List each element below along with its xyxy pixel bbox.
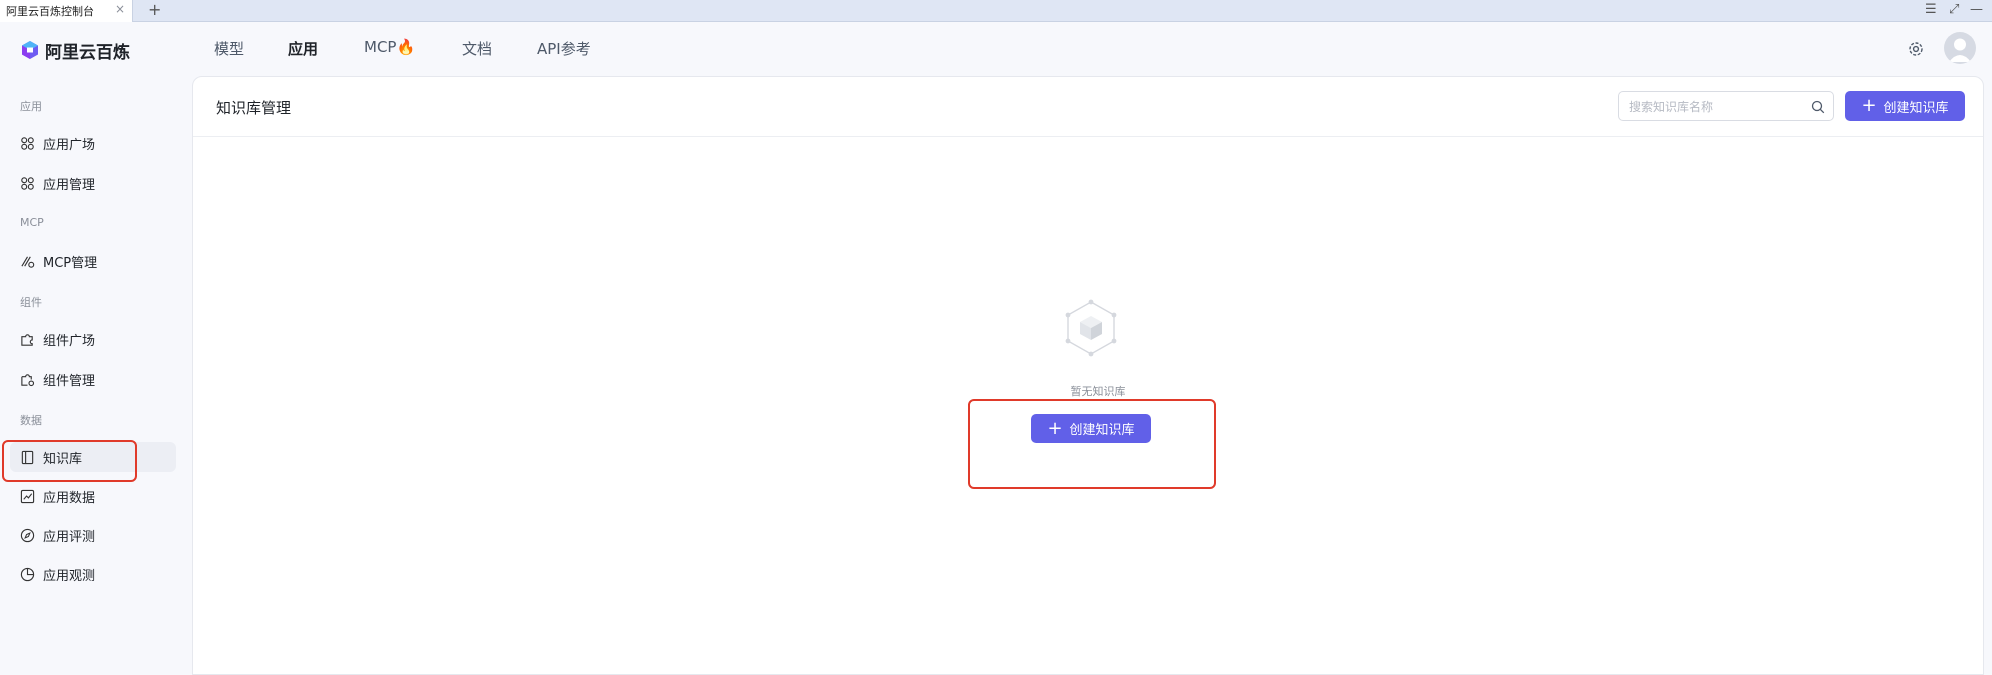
nav-docs[interactable]: 文档 [462,38,492,59]
sidebar-item-component-plaza[interactable]: 组件广场 [10,324,176,354]
sidebar-item-label: 应用广场 [43,137,96,153]
close-tab-icon[interactable]: × [115,2,125,16]
plus-icon: + [1861,95,1877,116]
empty-state-create-button[interactable]: + 创建知识库 [1031,414,1151,443]
sidebar-item-label: MCP管理 [43,255,98,271]
compass-icon [20,528,35,542]
book-icon [21,450,34,464]
minimize-icon[interactable]: — [1970,1,1983,19]
sidebar-item-label: 应用数据 [43,490,96,506]
main-header: 知识库管理 + 创建知识库 [193,77,1983,137]
brand-logo-icon [22,41,38,59]
empty-create-button-label: 创建知识库 [1069,423,1135,438]
sidebar-item-knowledge-base[interactable]: 知识库 [10,442,176,472]
sidebar-item-label: 知识库 [43,451,83,467]
browser-tab-strip: 阿里云百炼控制台 × + ☰ ⤢ — [0,0,1992,22]
sidebar-item-app-observation[interactable]: 应用观测 [10,559,176,589]
create-knowledge-base-button[interactable]: + 创建知识库 [1845,91,1965,121]
empty-cube-icon [1065,299,1117,357]
search-input[interactable] [1629,97,1799,117]
sidebar-item-label: 应用评测 [43,529,96,545]
brand-logo[interactable]: 阿里云百炼 [20,39,130,63]
top-navigation: 阿里云百炼 模型 应用 MCP🔥 文档 API参考 [0,22,1992,76]
brand-name: 阿里云百炼 [45,42,130,63]
avatar[interactable] [1944,32,1976,64]
empty-state-text: 暂无知识库 [1070,385,1126,398]
new-tab-button[interactable]: + [148,0,161,20]
sidebar-section-mcp: MCP [20,216,44,229]
nav-mcp[interactable]: MCP🔥 [364,38,415,56]
sidebar-section-components: 组件 [20,296,42,309]
sidebar-item-label: 应用管理 [43,177,96,193]
sidebar-item-label: 组件管理 [43,373,96,389]
puzzle-icon [21,333,33,346]
search-box [1618,91,1834,121]
sidebar-item-component-management[interactable]: 组件管理 [10,364,176,394]
chart-icon [20,489,35,503]
sidebar: 应用 应用广场 应用管理 MCP MCP管理 组件 组件广场 组件管理 数据 知… [0,76,192,675]
sidebar-item-app-plaza[interactable]: 应用广场 [10,128,176,158]
nav-api-reference[interactable]: API参考 [537,38,591,59]
sidebar-item-mcp-management[interactable]: MCP管理 [10,246,176,276]
browser-tab[interactable]: 阿里云百炼控制台 × [0,0,133,22]
pie-icon [20,567,35,581]
page-title: 知识库管理 [216,99,292,117]
user-icon [1949,38,1971,62]
nav-apps[interactable]: 应用 [288,38,318,59]
sidebar-item-label: 应用观测 [43,568,96,584]
gear-icon[interactable] [1906,39,1926,59]
plus-icon: + [1047,417,1063,439]
sidebar-item-app-management[interactable]: 应用管理 [10,168,176,198]
menu-icon[interactable]: ☰ [1925,1,1937,19]
sidebar-section-data: 数据 [20,414,42,427]
search-icon[interactable] [1811,100,1825,114]
puzzle-gear-icon [21,373,35,386]
maximize-icon[interactable]: ⤢ [1949,1,1959,19]
sidebar-item-app-evaluation[interactable]: 应用评测 [10,520,176,550]
create-button-label: 创建知识库 [1883,100,1949,116]
apps-icon [21,176,34,190]
nav-models[interactable]: 模型 [214,38,244,59]
sidebar-section-apps: 应用 [20,100,42,113]
sidebar-item-label: 组件广场 [43,333,96,349]
apps-icon [21,136,34,150]
main-panel: 知识库管理 + 创建知识库 暂无知识库 + 创建知识库 [192,76,1984,675]
sidebar-item-app-data[interactable]: 应用数据 [10,481,176,511]
mcp-icon [21,256,35,268]
browser-tab-title: 阿里云百炼控制台 [6,5,94,18]
